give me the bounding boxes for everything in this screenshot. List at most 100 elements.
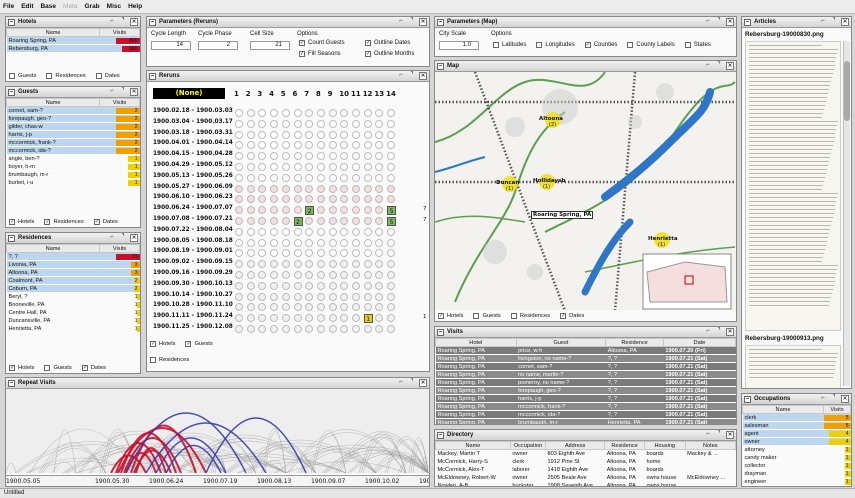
option-toggle[interactable]: ✓ Outline Months (365, 51, 429, 57)
rerun-cell[interactable] (316, 173, 325, 182)
rerun-cell[interactable] (293, 314, 302, 323)
rerun-cell[interactable] (293, 303, 302, 312)
rerun-cell[interactable] (328, 303, 337, 312)
rerun-cell[interactable] (293, 109, 302, 117)
col-hotel[interactable]: Hotel (435, 338, 517, 347)
rerun-cell[interactable] (305, 314, 314, 323)
rerun-cell[interactable] (270, 238, 279, 247)
table-row[interactable]: Coalmont, PA 2 (6, 276, 140, 285)
collapse-icon[interactable]: ⌐ (397, 379, 405, 387)
rerun-cell[interactable] (375, 271, 384, 279)
rerun-cell[interactable] (387, 109, 396, 117)
close-icon[interactable]: ✕ (726, 18, 734, 26)
rerun-cell[interactable] (387, 173, 396, 182)
rerun-cell[interactable] (258, 173, 267, 182)
rerun-cell[interactable] (316, 206, 325, 215)
rerun-cell[interactable] (340, 227, 349, 236)
rerun-cell[interactable] (363, 249, 372, 258)
checkbox[interactable]: ✓ (299, 51, 305, 57)
rerun-cell[interactable] (293, 238, 302, 247)
option-toggle[interactable]: ✓ Count Guests (299, 40, 365, 46)
rerun-cell[interactable] (246, 292, 255, 301)
table-row[interactable]: Roaring Spring, PA pomeroy, no name-??, ?… (435, 378, 736, 387)
rerun-cell[interactable] (270, 260, 279, 269)
rerun-cell[interactable] (293, 130, 302, 139)
rerun-cell[interactable] (340, 119, 349, 128)
toggle-dates[interactable]: ✓ Dates (81, 364, 106, 371)
rerun-cell[interactable] (375, 163, 384, 171)
rerun-cell[interactable] (352, 238, 360, 247)
rerun-cell[interactable] (363, 130, 372, 139)
table-row[interactable]: McEldowney, Robert-W owner 2505 Beale Ave A… (435, 473, 736, 482)
rerun-cell[interactable] (270, 130, 279, 139)
rerun-cell[interactable] (305, 163, 314, 171)
rerun-cell[interactable] (305, 119, 314, 128)
rerun-cell[interactable] (340, 141, 349, 150)
menu-grab[interactable]: Grab (84, 3, 99, 10)
rerun-cell[interactable] (375, 109, 384, 117)
checkbox[interactable] (627, 42, 634, 48)
repeat-arc[interactable] (6, 462, 17, 474)
period-label[interactable]: 1900.10.14 - 1900.10.27 (153, 292, 233, 298)
collapse-icon[interactable]: ⌐ (397, 18, 405, 26)
rerun-cell[interactable] (328, 109, 337, 117)
rerun-cell[interactable] (363, 173, 372, 182)
rerun-cell[interactable] (246, 119, 255, 128)
table-row[interactable]: salesman 5 (742, 421, 851, 430)
menu-base[interactable]: Base (40, 3, 56, 10)
collapse-icon[interactable]: ⌐ (704, 431, 712, 439)
rerun-cell[interactable] (340, 249, 349, 258)
occupations-titlebar[interactable]: Occupations ⌐ ⌝ ✕ (742, 394, 851, 405)
rerun-cell[interactable] (387, 163, 396, 171)
checkbox[interactable] (684, 42, 691, 48)
toggle-residences[interactable]: Residences (510, 312, 550, 319)
directory-titlebar[interactable]: Directory ⌐ ⌝ ✕ (435, 430, 736, 441)
table-row[interactable]: Beryl, ? 1 (6, 292, 140, 301)
rerun-cell[interactable] (235, 314, 243, 323)
table-row[interactable]: Roaring Spring, PA cornet, sam-??, ? 1900.… (435, 362, 736, 371)
table-row[interactable]: Roaring Spring, PA price, w-h Altoona, PA 1… (435, 346, 736, 355)
rerun-cell[interactable] (235, 281, 243, 290)
rerun-cell[interactable] (328, 260, 337, 269)
rerun-cell[interactable] (305, 271, 314, 279)
rerun-cell[interactable] (258, 303, 267, 312)
period-label[interactable]: 1900.03.18 - 1900.03.31 (153, 130, 233, 136)
rerun-cell[interactable] (270, 325, 279, 333)
rerun-cell[interactable] (246, 206, 255, 215)
rerun-cell[interactable] (281, 271, 290, 279)
cycle-column-header[interactable]: 9 (328, 90, 333, 98)
rerun-cell[interactable] (328, 152, 337, 161)
rerun-cell[interactable] (246, 109, 255, 117)
toggle-hotels[interactable]: ✓ Hotels (9, 218, 34, 225)
rerun-cell[interactable] (305, 173, 314, 182)
column-header[interactable]: Housing (643, 441, 686, 450)
table-row[interactable]: mccormick, frank-? 2 (6, 138, 140, 147)
rerun-cell[interactable] (281, 109, 290, 117)
rerun-cell[interactable] (258, 184, 267, 193)
cycle-column-header[interactable]: 13 (374, 90, 384, 98)
rerun-cell[interactable] (270, 292, 279, 301)
expand-icon[interactable]: ⌝ (119, 18, 127, 26)
rerun-cell[interactable] (352, 217, 360, 225)
rerun-cell[interactable] (387, 249, 396, 258)
rerun-cell[interactable] (235, 292, 243, 301)
rerun-cell[interactable] (363, 184, 372, 193)
rerun-cell[interactable] (352, 119, 360, 128)
checkbox[interactable]: ✓ (44, 218, 51, 225)
table-row[interactable]: huckster 1 (742, 485, 851, 486)
menu-help[interactable]: Help (128, 3, 142, 10)
rerun-cell[interactable] (305, 249, 314, 258)
rerun-cell[interactable] (281, 163, 290, 171)
rerun-cell[interactable] (281, 260, 290, 269)
rerun-cell[interactable] (340, 152, 349, 161)
rerun-cell[interactable] (316, 238, 325, 247)
menu-misc[interactable]: Misc (107, 3, 121, 10)
rerun-cell[interactable] (305, 292, 314, 301)
rerun-cell[interactable] (305, 152, 314, 161)
rerun-cell[interactable] (375, 152, 384, 161)
params-reruns-titlebar[interactable]: Parameters (Reruns) ⌐ ⌝ ✕ (147, 17, 429, 28)
rerun-cell[interactable] (270, 163, 279, 171)
checkbox[interactable] (536, 42, 543, 48)
toggle-hotels[interactable]: ✓ Hotels (9, 364, 34, 371)
repeat-visits-titlebar[interactable]: Repeat Visits ⌐ ⌝ ✕ (6, 378, 429, 389)
